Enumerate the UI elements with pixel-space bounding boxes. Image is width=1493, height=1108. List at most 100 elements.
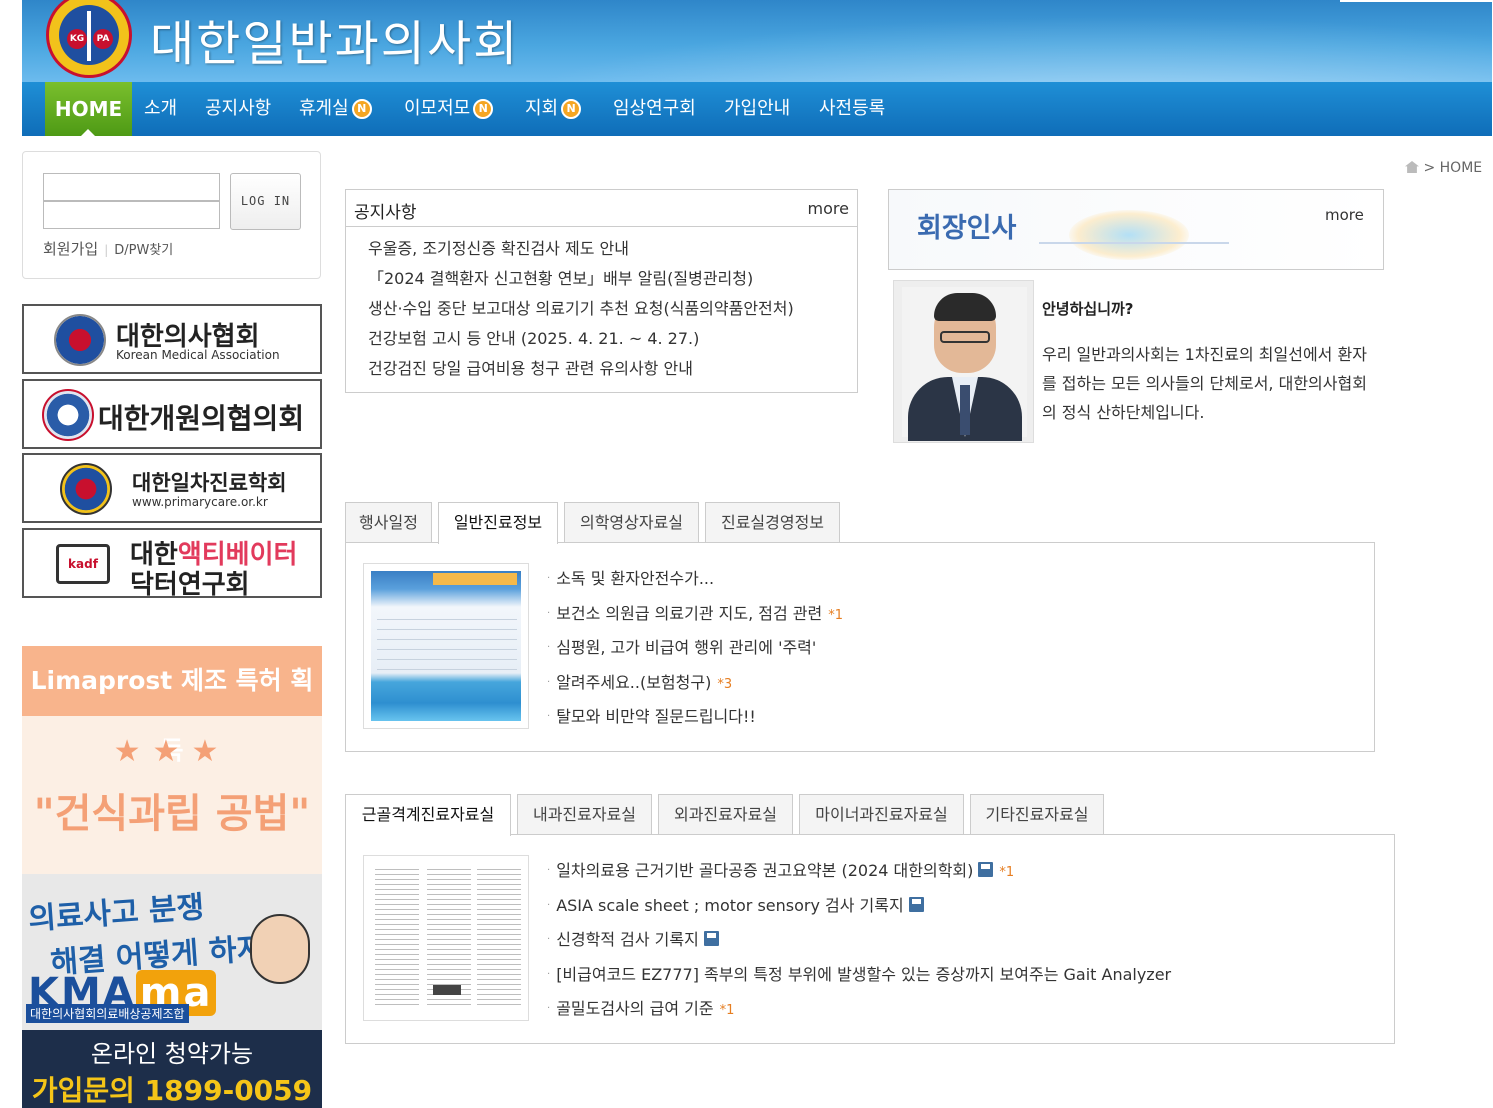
photo-glasses: [940, 331, 990, 343]
notice-item[interactable]: 「2024 결핵환자 신고현황 연보」배부 알림(질병관리청): [368, 266, 857, 296]
nav-item-notice[interactable]: 공지사항: [205, 82, 271, 136]
kpcs-emblem-icon: [60, 463, 112, 515]
login-box: LOG IN 회원가입 | D/PW찾기: [22, 151, 321, 279]
logo-pa-text: PA: [93, 29, 113, 49]
post-list: · 일차의료용 근거기반 골다공증 권고요약본 (2024 대한의학회) *1 · A…: [547, 859, 1171, 1032]
decoration: [1069, 210, 1189, 260]
tab-internal-medicine[interactable]: 내과진료자료실: [517, 794, 652, 834]
tab-panel-general: · 소독 및 환자안전수가... · 보건소 의원급 의료기관 지도, 점검 관련 *…: [345, 542, 1375, 752]
notice-item[interactable]: 생산·수입 중단 보고대상 의료기기 추천 요청(식품의약품안전처): [368, 296, 857, 326]
president-more-link[interactable]: more: [1325, 206, 1364, 224]
breadcrumb-home[interactable]: HOME: [1440, 160, 1482, 176]
president-banner: 회장인사 more: [888, 189, 1384, 270]
person-illustration: [250, 914, 310, 984]
tab-minor-specialty[interactable]: 마이너과진료자료실: [799, 794, 964, 834]
nav-item-preregister[interactable]: 사전등록: [819, 82, 885, 136]
list-item[interactable]: · 신경학적 검사 기록지: [547, 928, 1171, 963]
comment-count: *1: [828, 607, 844, 623]
banner-kaop[interactable]: 대한개원의협의회: [22, 379, 322, 449]
ad-headline: Limaprost 제조 특허 획득: [22, 646, 322, 765]
nav-label: 공지사항: [205, 98, 272, 119]
nav-item-news[interactable]: 이모저모 N: [404, 82, 494, 136]
bullet: ·: [547, 676, 551, 688]
find-id-pw-link[interactable]: D/PW찾기: [114, 243, 173, 258]
list-item[interactable]: · 일차의료용 근거기반 골다공증 권고요약본 (2024 대한의학회) *1: [547, 859, 1171, 894]
post-title: 보건소 의원급 의료기관 지도, 점검 관련: [556, 603, 823, 623]
password-input[interactable]: [43, 201, 220, 229]
notice-item[interactable]: 건강보험 고시 등 안내 (2025. 4. 21. ~ 4. 27.): [368, 326, 857, 356]
nav-item-intro[interactable]: 소개: [144, 82, 177, 136]
post-title: 알려주세요..(보험청구): [556, 672, 712, 692]
nav-item-branch[interactable]: 지회 N: [525, 82, 582, 136]
nav-item-lounge[interactable]: 휴게실 N: [299, 82, 372, 136]
kma-emblem-icon: [54, 314, 106, 366]
home-icon[interactable]: [1405, 161, 1419, 173]
tabs-general: 행사일정 일반진료정보 의학영상자료실 진료실경영정보: [345, 502, 1375, 544]
tab-surgery[interactable]: 외과진료자료실: [658, 794, 793, 834]
breadcrumb-sep: >: [1423, 160, 1436, 176]
new-badge: N: [351, 99, 372, 119]
login-button[interactable]: LOG IN: [230, 173, 301, 230]
tab-events[interactable]: 행사일정: [345, 502, 432, 542]
main-nav: HOME 소개 공지사항 휴게실 N 이모저모 N 지회 N 임상연구회 가입안내 사…: [22, 82, 1492, 136]
tab-clinic-management[interactable]: 진료실경영정보: [705, 502, 840, 542]
nav-label: 소개: [144, 98, 178, 119]
site-logo[interactable]: KG PA: [46, 0, 132, 78]
list-item[interactable]: · 소독 및 환자안전수가...: [547, 567, 843, 602]
bullet: ·: [547, 573, 551, 584]
thumbnail-decoration: [477, 869, 521, 1005]
notice-item[interactable]: 건강검진 당일 급여비용 청구 관련 유의사항 안내: [368, 356, 857, 386]
tab-musculoskeletal[interactable]: 근골격계진료자료실: [345, 794, 511, 836]
thumbnail-image: [371, 571, 521, 721]
list-item[interactable]: · 심평원, 고가 비급여 행위 관리에 '주력': [547, 636, 843, 671]
ad-limaprost[interactable]: Limaprost 제조 특허 획득 ★★★ "건식과립 공법": [22, 646, 322, 874]
nav-label: 휴게실: [299, 98, 349, 119]
post-thumbnail[interactable]: [363, 855, 529, 1021]
nav-item-join-info[interactable]: 가입안내: [724, 82, 790, 136]
nav-label: 임상연구회: [613, 98, 696, 119]
thumbnail-logo: [433, 985, 461, 995]
star-icons: ★★★: [113, 734, 231, 769]
notice-more-link[interactable]: more: [808, 199, 849, 218]
notice-item[interactable]: 우울증, 조기정신증 확진검사 제도 안내: [368, 236, 857, 266]
post-thumbnail[interactable]: [363, 563, 529, 729]
tab-other[interactable]: 기타진료자료실: [970, 794, 1104, 834]
header-decoration: [402, 0, 1492, 82]
bullet: ·: [547, 899, 551, 911]
nav-item-clinical[interactable]: 임상연구회: [613, 82, 696, 136]
list-item[interactable]: · ASIA scale sheet ; motor sensory 검사 기록지: [547, 894, 1171, 929]
greeting-text: 우리 일반과의사회는 1차진료의 최일선에서 환자를 접하는 모든 의사들의 단…: [1042, 345, 1367, 422]
banner-kpcs[interactable]: 대한일차진료학회 www.primarycare.or.kr: [22, 453, 322, 523]
nav-label: 지회: [525, 98, 559, 119]
list-item[interactable]: · 골밀도검사의 급여 기준 *1: [547, 997, 1171, 1032]
site-title[interactable]: 대한일반과의사회: [150, 4, 519, 74]
logo-emblem: KG PA: [59, 5, 119, 65]
join-link[interactable]: 회원가입: [43, 240, 98, 258]
ad-contact-bar: 온라인 청약가능 가입문의 1899-0059: [22, 1030, 322, 1108]
thumbnail-decoration: [433, 573, 517, 585]
banner-subtitle: www.primarycare.or.kr: [132, 495, 268, 509]
banner-subtitle: Korean Medical Association: [116, 348, 280, 362]
tab-medical-images[interactable]: 의학영상자료실: [564, 502, 699, 542]
president-photo: [893, 280, 1034, 443]
id-input[interactable]: [43, 173, 220, 201]
ad-online: 온라인 청약가능: [90, 1040, 254, 1068]
file-attachment-icon: [978, 862, 994, 877]
breadcrumb: > HOME: [1405, 160, 1482, 176]
new-badge: N: [473, 99, 494, 119]
ad-kmama[interactable]: 의료사고 분쟁 해결 어떻게 하지? KMA ma 대한의사협회의료배상공제조합 …: [22, 874, 322, 1108]
notice-box: 공지사항 more 우울증, 조기정신증 확진검사 제도 안내 「2024 결핵…: [345, 189, 858, 393]
nav-label: 가입안내: [724, 98, 791, 119]
nav-home[interactable]: HOME: [45, 82, 132, 136]
top-util-box: [1340, 0, 1492, 2]
banner-kadf[interactable]: kadf 대한액티베이터 닥터연구회: [22, 528, 322, 598]
president-title: 회장인사: [917, 213, 1017, 244]
list-item[interactable]: · [비급여코드 EZ777] 족부의 특정 부위에 발생할수 있는 증상까지 보…: [547, 963, 1171, 998]
tab-general-info[interactable]: 일반진료정보: [438, 502, 558, 544]
list-item[interactable]: · 보건소 의원급 의료기관 지도, 점검 관련 *1: [547, 602, 843, 637]
list-item[interactable]: · 탈모와 비만약 질문드립니다!!: [547, 705, 843, 740]
list-item[interactable]: · 알려주세요..(보험청구) *3: [547, 671, 843, 706]
post-title: 신경학적 검사 기록지: [556, 930, 699, 949]
bullet: ·: [547, 968, 551, 980]
banner-kma[interactable]: 대한의사협회 Korean Medical Association: [22, 304, 322, 374]
